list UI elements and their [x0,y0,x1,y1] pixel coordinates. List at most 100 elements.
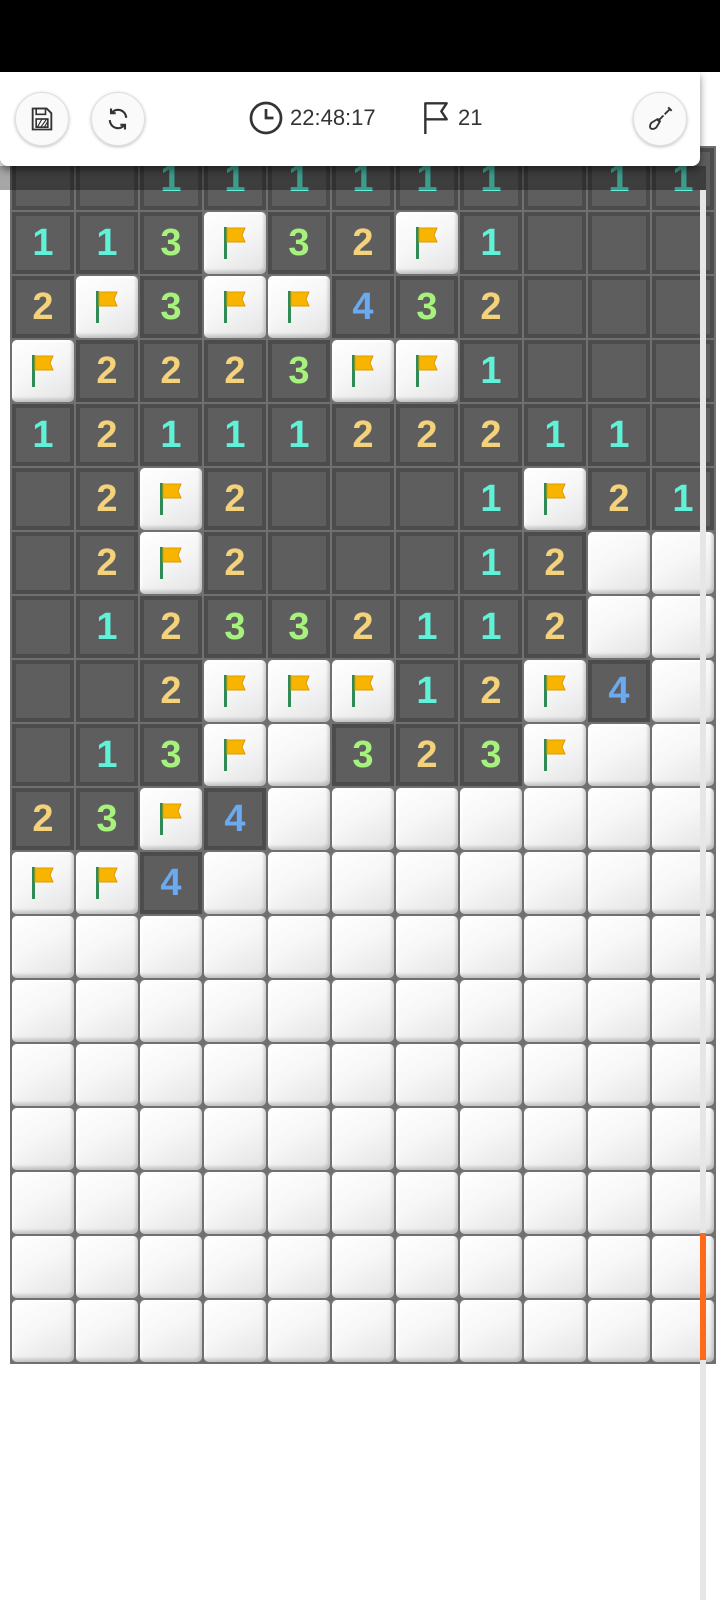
hidden-cell[interactable] [524,1236,586,1298]
hidden-cell[interactable] [268,788,330,850]
number-cell[interactable]: 4 [140,852,202,914]
flagged-cell[interactable] [76,852,138,914]
number-cell[interactable]: 2 [460,404,522,466]
empty-cell[interactable] [12,468,74,530]
flagged-cell[interactable] [396,340,458,402]
empty-cell[interactable] [332,468,394,530]
number-cell[interactable]: 1 [460,340,522,402]
hidden-cell[interactable] [588,788,650,850]
number-cell[interactable]: 1 [76,724,138,786]
number-cell[interactable]: 2 [76,532,138,594]
hidden-cell[interactable] [524,1108,586,1170]
flagged-cell[interactable] [332,340,394,402]
hidden-cell[interactable] [588,980,650,1042]
flagged-cell[interactable] [524,468,586,530]
hidden-cell[interactable] [396,1044,458,1106]
number-cell[interactable]: 2 [332,404,394,466]
scrollbar-track[interactable] [700,190,706,1600]
number-cell[interactable]: 1 [460,212,522,274]
hidden-cell[interactable] [76,980,138,1042]
number-cell[interactable]: 2 [396,404,458,466]
hidden-cell[interactable] [396,1300,458,1362]
hidden-cell[interactable] [588,1300,650,1362]
number-cell[interactable]: 4 [588,660,650,722]
number-cell[interactable]: 2 [332,596,394,658]
hidden-cell[interactable] [332,1044,394,1106]
hidden-cell[interactable] [76,1108,138,1170]
hidden-cell[interactable] [204,1108,266,1170]
number-cell[interactable]: 2 [204,468,266,530]
number-cell[interactable]: 1 [396,660,458,722]
hidden-cell[interactable] [268,1300,330,1362]
empty-cell[interactable] [12,596,74,658]
hidden-cell[interactable] [460,916,522,978]
hidden-cell[interactable] [460,788,522,850]
minesweeper-board[interactable]: 1111111111332123432222311211122211221212… [10,146,716,1364]
hidden-cell[interactable] [588,596,650,658]
hidden-cell[interactable] [524,788,586,850]
hidden-cell[interactable] [524,916,586,978]
number-cell[interactable]: 3 [204,596,266,658]
number-cell[interactable]: 3 [140,724,202,786]
hidden-cell[interactable] [268,980,330,1042]
flagged-cell[interactable] [204,276,266,338]
hidden-cell[interactable] [524,1300,586,1362]
hidden-cell[interactable] [588,1236,650,1298]
hidden-cell[interactable] [268,1108,330,1170]
number-cell[interactable]: 4 [332,276,394,338]
hidden-cell[interactable] [204,852,266,914]
hidden-cell[interactable] [396,1108,458,1170]
hidden-cell[interactable] [76,1236,138,1298]
hidden-cell[interactable] [268,1236,330,1298]
number-cell[interactable]: 1 [76,596,138,658]
hidden-cell[interactable] [588,1108,650,1170]
hidden-cell[interactable] [460,1044,522,1106]
hidden-cell[interactable] [332,852,394,914]
hidden-cell[interactable] [12,1108,74,1170]
hidden-cell[interactable] [268,916,330,978]
hidden-cell[interactable] [332,1300,394,1362]
empty-cell[interactable] [588,276,650,338]
empty-cell[interactable] [12,532,74,594]
hidden-cell[interactable] [524,852,586,914]
hidden-cell[interactable] [12,916,74,978]
number-cell[interactable]: 2 [12,276,74,338]
hidden-cell[interactable] [332,1108,394,1170]
flagged-cell[interactable] [204,660,266,722]
empty-cell[interactable] [332,532,394,594]
number-cell[interactable]: 3 [268,212,330,274]
flagged-cell[interactable] [524,724,586,786]
number-cell[interactable]: 1 [396,596,458,658]
hidden-cell[interactable] [140,1236,202,1298]
flagged-cell[interactable] [140,532,202,594]
scrollbar-thumb[interactable] [700,1233,706,1361]
hidden-cell[interactable] [140,1108,202,1170]
number-cell[interactable]: 1 [460,596,522,658]
hidden-cell[interactable] [204,1172,266,1234]
hidden-cell[interactable] [524,980,586,1042]
number-cell[interactable]: 2 [460,660,522,722]
empty-cell[interactable] [524,340,586,402]
number-cell[interactable]: 3 [140,276,202,338]
number-cell[interactable]: 2 [76,404,138,466]
empty-cell[interactable] [396,468,458,530]
hidden-cell[interactable] [76,916,138,978]
hidden-cell[interactable] [588,724,650,786]
hidden-cell[interactable] [332,916,394,978]
number-cell[interactable]: 1 [460,468,522,530]
empty-cell[interactable] [524,276,586,338]
number-cell[interactable]: 3 [396,276,458,338]
hidden-cell[interactable] [396,1172,458,1234]
number-cell[interactable]: 1 [140,404,202,466]
hidden-cell[interactable] [12,1172,74,1234]
hidden-cell[interactable] [396,980,458,1042]
number-cell[interactable]: 3 [268,596,330,658]
flagged-cell[interactable] [204,212,266,274]
number-cell[interactable]: 1 [204,404,266,466]
number-cell[interactable]: 1 [12,212,74,274]
number-cell[interactable]: 2 [460,276,522,338]
number-cell[interactable]: 4 [204,788,266,850]
flagged-cell[interactable] [204,724,266,786]
flagged-cell[interactable] [332,660,394,722]
hidden-cell[interactable] [588,1172,650,1234]
